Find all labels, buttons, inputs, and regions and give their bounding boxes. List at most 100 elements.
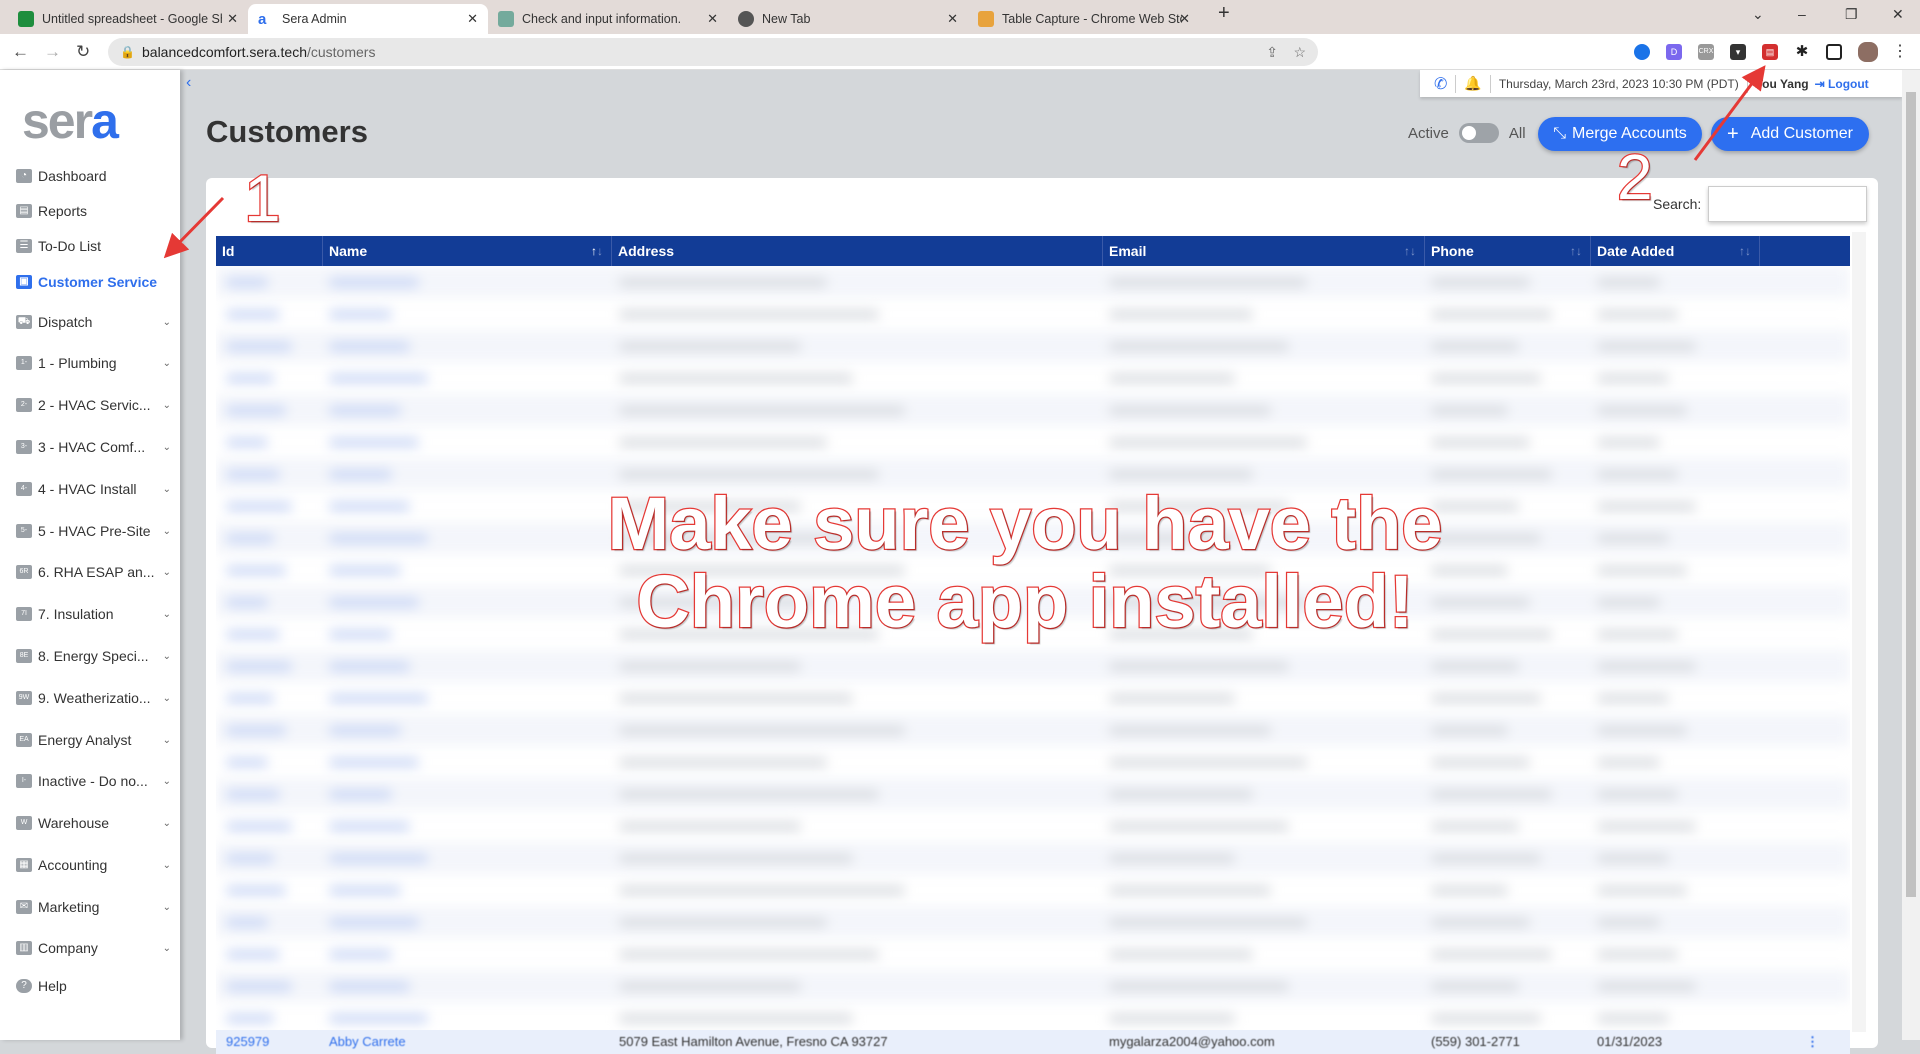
table-row[interactable]: 925979 Abby Carrete 5079 East Hamilton A… [216, 1030, 1850, 1054]
tab-google-sheets[interactable]: Untitled spreadsheet - Google Sh ✕ [8, 4, 248, 34]
table-row[interactable] [216, 362, 1850, 394]
chevron-down-icon[interactable]: ⌄ [163, 442, 171, 453]
chevron-down-icon[interactable]: ⌄ [163, 693, 171, 704]
puzzle-icon[interactable]: ✱ [1794, 44, 1810, 60]
onepassword-icon[interactable] [1634, 44, 1650, 60]
add-customer-button[interactable]: + Add Customer [1711, 117, 1869, 151]
chevron-down-icon[interactable]: ⌄ [163, 860, 171, 871]
sidebar-item-marketing[interactable]: ✉ Marketing ⌄ [16, 899, 171, 915]
new-tab-button[interactable]: + [1218, 2, 1230, 25]
chevron-down-icon[interactable]: ⌄ [163, 776, 171, 787]
chevron-down-icon[interactable]: ⌄ [163, 484, 171, 495]
column-header-name[interactable]: Name ↑↓ [323, 236, 612, 266]
sidebar-item-energy-analyst[interactable]: EA Energy Analyst ⌄ [16, 732, 171, 748]
table-row[interactable] [216, 746, 1850, 778]
column-header-date-added[interactable]: Date Added ↑↓ [1591, 236, 1760, 266]
sidebar-item-1-plumbing[interactable]: 1- 1 - Plumbing ⌄ [16, 355, 171, 371]
chevron-down-icon[interactable]: ⌄ [163, 400, 171, 411]
table-row[interactable] [216, 330, 1850, 362]
bookmark-star-icon[interactable]: ☆ [1293, 44, 1306, 61]
tab-chatgpt[interactable]: Check and input information. ✕ [488, 4, 728, 34]
minimize-icon[interactable]: – [1798, 6, 1806, 22]
search-input[interactable] [1708, 186, 1867, 222]
collapse-sidebar-icon[interactable]: ‹ [186, 74, 191, 92]
pocket-icon[interactable]: ▾ [1730, 44, 1746, 60]
tab-table-capture[interactable]: Table Capture - Chrome Web Sto ✕ [968, 4, 1200, 34]
tab-new-tab[interactable]: New Tab ✕ [728, 4, 968, 34]
table-row[interactable] [216, 682, 1850, 714]
cell-id[interactable]: 925979 [226, 1034, 269, 1049]
close-window-icon[interactable]: ✕ [1892, 6, 1904, 23]
sidebar-item-6-rha-esap-an[interactable]: 6R 6. RHA ESAP an... ⌄ [16, 564, 171, 580]
column-header-phone[interactable]: Phone ↑↓ [1425, 236, 1591, 266]
sidebar-item-dispatch[interactable]: ⛟ Dispatch ⌄ [16, 314, 171, 330]
table-row[interactable] [216, 1002, 1850, 1030]
sidebar-item-8-energy-speci[interactable]: 8E 8. Energy Speci... ⌄ [16, 648, 171, 664]
column-header-email[interactable]: Email ↑↓ [1103, 236, 1425, 266]
reload-icon[interactable]: ↻ [76, 42, 90, 62]
row-menu-icon[interactable]: ⋮ [1806, 1034, 1819, 1050]
sidebar-item-inactive-do-no[interactable]: I- Inactive - Do no... ⌄ [16, 773, 171, 789]
page-scrollbar[interactable] [1902, 70, 1920, 1040]
sidebar-item-dashboard[interactable]: ◔ Dashboard [16, 168, 171, 184]
table-row[interactable] [216, 426, 1850, 458]
scrollbar-thumb[interactable] [1906, 92, 1916, 897]
column-header-address[interactable]: Address [612, 236, 1103, 266]
chevron-down-icon[interactable]: ⌄ [163, 317, 171, 328]
table-row[interactable] [216, 842, 1850, 874]
restore-icon[interactable]: ❐ [1845, 6, 1858, 23]
sidebar-item-3-hvac-comf[interactable]: 3- 3 - HVAC Comf... ⌄ [16, 439, 171, 455]
sidebar-item-company[interactable]: ▥ Company ⌄ [16, 940, 171, 956]
table-row[interactable] [216, 970, 1850, 1002]
table-row[interactable] [216, 266, 1850, 298]
chevron-down-icon[interactable]: ⌄ [163, 651, 171, 662]
tab-search-icon[interactable]: ⌄ [1752, 6, 1764, 23]
sidebar-item-warehouse[interactable]: W Warehouse ⌄ [16, 815, 171, 831]
chevron-down-icon[interactable]: ⌄ [163, 818, 171, 829]
sidebar-item-customer-service[interactable]: ▣ Customer Service [16, 274, 171, 290]
sera-logo[interactable]: sera [22, 92, 119, 150]
logout-link[interactable]: ⇥ Logout [1815, 77, 1869, 91]
sidebar-item-accounting[interactable]: ▦ Accounting ⌄ [16, 857, 171, 873]
table-row[interactable] [216, 810, 1850, 842]
chevron-down-icon[interactable]: ⌄ [163, 902, 171, 913]
close-tab-icon[interactable]: ✕ [467, 11, 478, 27]
sidepanel-icon[interactable] [1826, 44, 1842, 60]
sidebar-item-to-do-list[interactable]: ☰ To-Do List [16, 238, 171, 254]
table-row[interactable] [216, 778, 1850, 810]
forward-icon[interactable]: → [44, 42, 61, 62]
cell-name[interactable]: Abby Carrete [329, 1034, 406, 1049]
close-tab-icon[interactable]: ✕ [947, 11, 958, 27]
chevron-down-icon[interactable]: ⌄ [163, 943, 171, 954]
table-row[interactable] [216, 938, 1850, 970]
sidebar-item-5-hvac-pre-site[interactable]: 5- 5 - HVAC Pre-Site ⌄ [16, 523, 171, 539]
share-icon[interactable]: ⇪ [1266, 44, 1278, 61]
sidebar-item-4-hvac-install[interactable]: 4- 4 - HVAC Install ⌄ [16, 481, 171, 497]
url-bar[interactable]: 🔒 balancedcomfort.sera.tech/customers ⇪ … [108, 38, 1318, 66]
close-tab-icon[interactable]: ✕ [707, 11, 718, 27]
d-extension-icon[interactable]: D [1666, 44, 1682, 60]
table-row[interactable] [216, 714, 1850, 746]
phone-icon[interactable]: ✆ [1434, 74, 1447, 94]
table-row[interactable] [216, 298, 1850, 330]
active-all-toggle[interactable] [1458, 123, 1499, 143]
table-row[interactable] [216, 874, 1850, 906]
close-tab-icon[interactable]: ✕ [1179, 11, 1190, 27]
bell-icon[interactable]: 🔔 [1464, 75, 1481, 92]
table-row[interactable] [216, 650, 1850, 682]
chevron-down-icon[interactable]: ⌄ [163, 358, 171, 369]
sidebar-item-reports[interactable]: ▤ Reports [16, 203, 171, 219]
chevron-down-icon[interactable]: ⌄ [163, 735, 171, 746]
table-row[interactable] [216, 394, 1850, 426]
table-row[interactable] [216, 906, 1850, 938]
chevron-down-icon[interactable]: ⌄ [163, 567, 171, 578]
chevron-down-icon[interactable]: ⌄ [163, 526, 171, 537]
tab-sera-admin[interactable]: a Sera Admin ✕ [248, 4, 488, 34]
sidebar-item-7-insulation[interactable]: 7I 7. Insulation ⌄ [16, 606, 171, 622]
table-scrollbar[interactable] [1852, 232, 1866, 1032]
table-capture-icon[interactable]: ▤ [1762, 44, 1778, 60]
chevron-down-icon[interactable]: ⌄ [163, 609, 171, 620]
column-header-id[interactable]: Id [216, 236, 323, 266]
chrome-menu-icon[interactable]: ⋮ [1892, 44, 1908, 60]
sidebar-item-2-hvac-servic[interactable]: 2- 2 - HVAC Servic... ⌄ [16, 397, 171, 413]
